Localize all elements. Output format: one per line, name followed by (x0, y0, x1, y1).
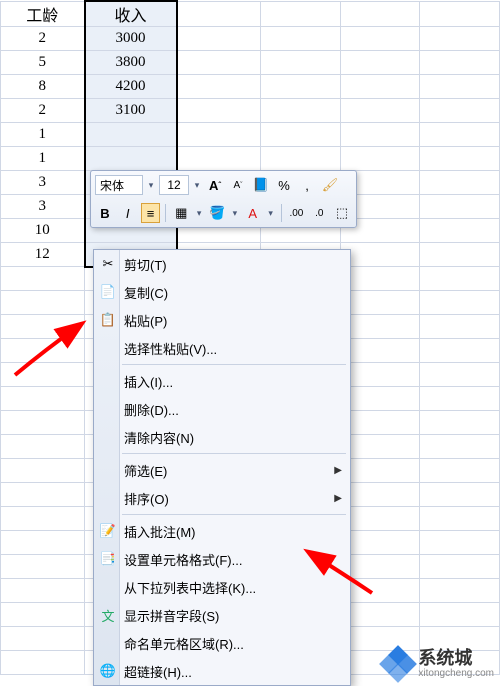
submenu-arrow-icon: ▶ (334, 493, 342, 504)
menu-cut[interactable]: ✂剪切(T) (94, 250, 350, 278)
increase-decimal-button[interactable]: .0 (309, 203, 329, 223)
dropdown-icon[interactable]: ▾ (230, 208, 240, 219)
cut-icon: ✂ (99, 255, 117, 273)
align-center-button[interactable]: ≡ (141, 203, 161, 223)
font-name-select[interactable]: 宋体 (95, 175, 143, 195)
merge-button[interactable]: ⬚ (332, 203, 352, 223)
dropdown-icon[interactable]: ▾ (192, 180, 202, 191)
cell-b[interactable]: 3100 (85, 99, 177, 123)
copy-icon: 📄 (99, 283, 117, 301)
fill-color-button[interactable]: 🪣 (207, 203, 227, 223)
font-color-button[interactable]: A (243, 203, 263, 223)
watermark-logo-icon (382, 648, 414, 680)
cell-b[interactable]: 3000 (85, 27, 177, 51)
cell-a[interactable]: 3 (1, 171, 85, 195)
cell-a[interactable]: 1 (1, 147, 85, 171)
menu-pick-from-list[interactable]: 从下拉列表中选择(K)... (94, 573, 350, 601)
decrease-decimal-button[interactable]: .00 (287, 203, 307, 223)
cell-b[interactable]: 4200 (85, 75, 177, 99)
menu-paste-special[interactable]: 选择性粘贴(V)... (94, 334, 350, 362)
format-icon: 📑 (99, 550, 117, 568)
menu-insert[interactable]: 插入(I)... (94, 367, 350, 395)
format-painter-button[interactable]: 🖌 (320, 175, 340, 195)
decrease-font-button[interactable]: Aˇ (228, 175, 248, 195)
dropdown-icon[interactable]: ▾ (146, 180, 156, 191)
cell-a[interactable]: 5 (1, 51, 85, 75)
menu-clear[interactable]: 清除内容(N) (94, 423, 350, 451)
watermark: 系统城xitongcheng.com (382, 648, 494, 680)
cell-a[interactable]: 8 (1, 75, 85, 99)
dropdown-icon[interactable]: ▾ (266, 208, 276, 219)
submenu-arrow-icon: ▶ (334, 465, 342, 476)
menu-copy[interactable]: 📄复制(C) (94, 278, 350, 306)
cell-a[interactable]: 2 (1, 99, 85, 123)
bold-button[interactable]: B (95, 203, 115, 223)
cell-a[interactable]: 3 (1, 195, 85, 219)
comment-icon: 📝 (99, 522, 117, 540)
paste-icon: 📋 (99, 311, 117, 329)
style-button[interactable]: 📘 (251, 175, 271, 195)
comma-button[interactable]: , (297, 175, 317, 195)
header-a: 工龄 (1, 1, 85, 27)
menu-name-range[interactable]: 命名单元格区域(R)... (94, 629, 350, 657)
increase-font-button[interactable]: Aˆ (205, 175, 225, 195)
percent-button[interactable]: % (274, 175, 294, 195)
pinyin-icon: 文 (99, 606, 117, 624)
menu-delete[interactable]: 删除(D)... (94, 395, 350, 423)
mini-toolbar: 宋体▾ 12▾ Aˆ Aˇ 📘 % , 🖌 B I ≡ ▦▾ 🪣▾ A▾ .00… (90, 170, 357, 228)
cell-a[interactable]: 1 (1, 123, 85, 147)
cell-b[interactable] (85, 147, 177, 171)
italic-button[interactable]: I (118, 203, 138, 223)
dropdown-icon[interactable]: ▾ (194, 208, 204, 219)
menu-show-pinyin[interactable]: 文显示拼音字段(S) (94, 601, 350, 629)
cell-b[interactable] (85, 123, 177, 147)
menu-format-cells[interactable]: 📑设置单元格格式(F)... (94, 545, 350, 573)
hyperlink-icon: 🌐 (99, 662, 117, 680)
cell-b[interactable]: 3800 (85, 51, 177, 75)
header-b: 收入 (85, 1, 177, 27)
menu-filter[interactable]: 筛选(E)▶ (94, 456, 350, 484)
cell-a[interactable]: 2 (1, 27, 85, 51)
menu-hyperlink[interactable]: 🌐超链接(H)... (94, 657, 350, 685)
context-menu: ✂剪切(T) 📄复制(C) 📋粘贴(P) 选择性粘贴(V)... 插入(I)..… (93, 249, 351, 686)
menu-insert-comment[interactable]: 📝插入批注(M) (94, 517, 350, 545)
menu-paste[interactable]: 📋粘贴(P) (94, 306, 350, 334)
cell-a[interactable]: 12 (1, 243, 85, 267)
menu-sort[interactable]: 排序(O)▶ (94, 484, 350, 512)
borders-button[interactable]: ▦ (171, 203, 191, 223)
cell-a[interactable]: 10 (1, 219, 85, 243)
font-size-select[interactable]: 12 (159, 175, 189, 195)
